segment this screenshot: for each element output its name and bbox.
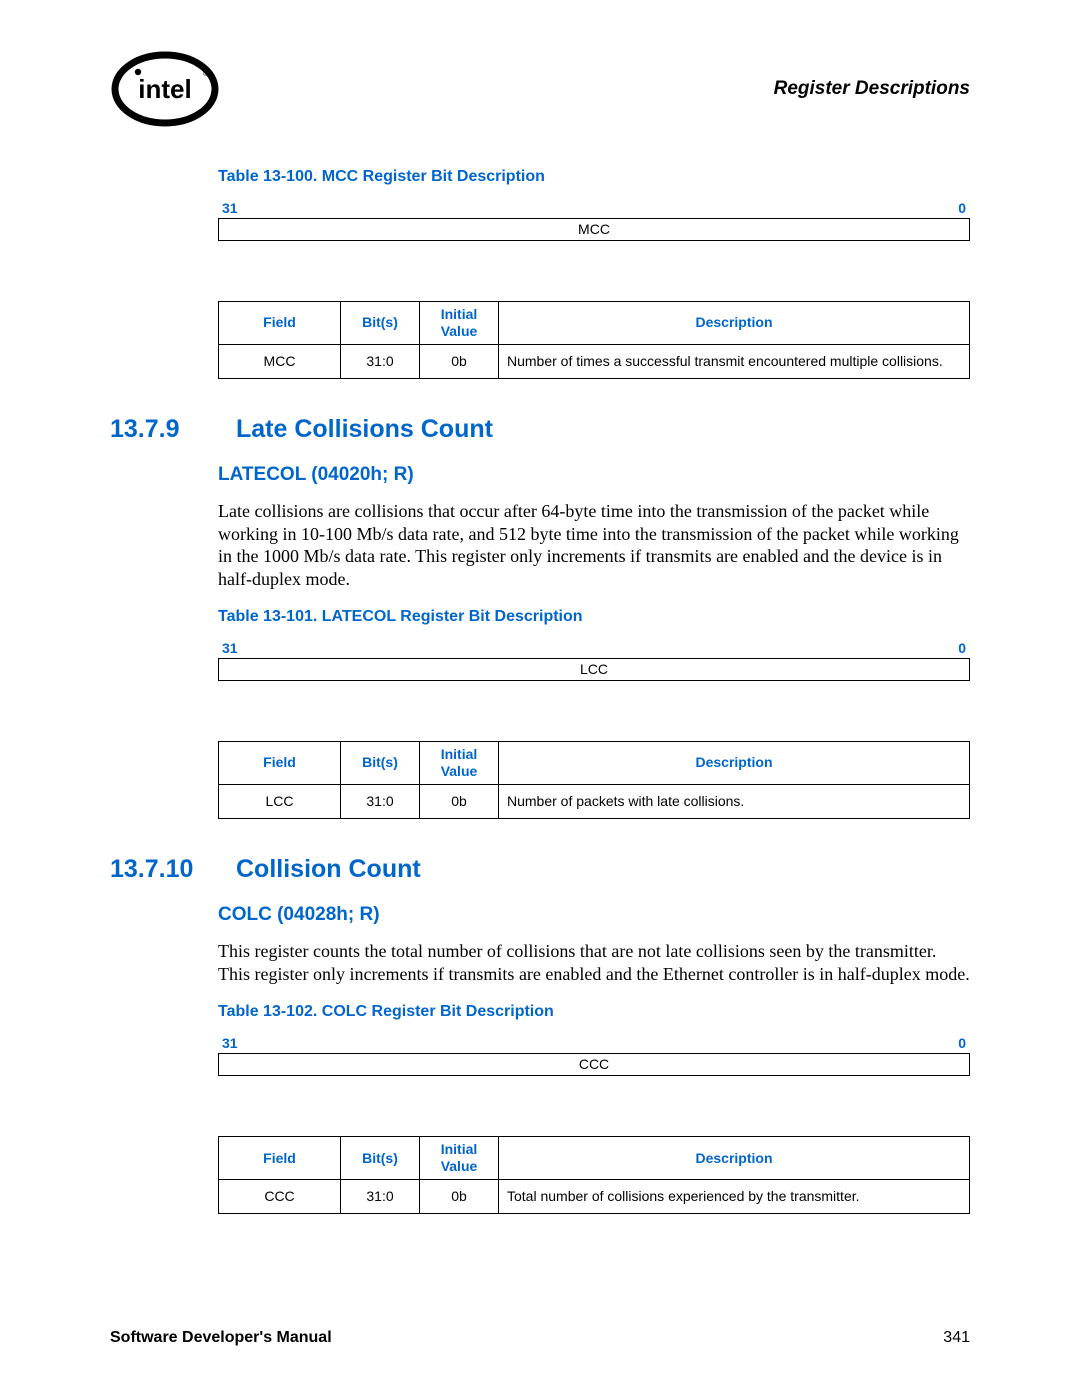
section-heading: 13.7.9 Late Collisions Count — [110, 415, 970, 444]
table-row: CCC 31:0 0b Total number of collisions e… — [219, 1179, 970, 1214]
body-paragraph: This register counts the total number of… — [218, 940, 970, 985]
td-description: Number of times a successful transmit en… — [499, 344, 970, 379]
th-field: Field — [219, 302, 341, 345]
table-header-row: Field Bit(s) Initial Value Description — [219, 1137, 970, 1180]
td-field: LCC — [219, 784, 341, 819]
td-bits: 31:0 — [341, 1179, 420, 1214]
table-header-row: Field Bit(s) Initial Value Description — [219, 742, 970, 785]
section-number: 13.7.9 — [110, 415, 206, 444]
page-footer: Software Developer's Manual 341 — [110, 1329, 970, 1347]
body-paragraph: Late collisions are collisions that occu… — [218, 500, 970, 590]
th-description: Description — [499, 302, 970, 345]
svg-text:intel: intel — [138, 74, 191, 104]
svg-text:®: ® — [203, 69, 209, 78]
td-field: CCC — [219, 1179, 341, 1214]
section-title: Collision Count — [236, 855, 421, 884]
bit-low: 0 — [958, 1035, 966, 1051]
register-name-heading: COLC (04028h; R) — [218, 904, 970, 926]
td-description: Number of packets with late collisions. — [499, 784, 970, 819]
register-bit-field: CCC — [218, 1053, 970, 1076]
table-header-row: Field Bit(s) Initial Value Description — [219, 302, 970, 345]
bit-range-row: 31 0 — [218, 200, 970, 218]
bit-range-row: 31 0 — [218, 640, 970, 658]
bit-low: 0 — [958, 200, 966, 216]
th-field: Field — [219, 1137, 341, 1180]
td-field: MCC — [219, 344, 341, 379]
th-initial-value: Initial Value — [420, 1137, 499, 1180]
table-caption: Table 13-100. MCC Register Bit Descripti… — [218, 168, 970, 186]
section-title: Late Collisions Count — [236, 415, 493, 444]
td-initial-value: 0b — [420, 344, 499, 379]
table-row: LCC 31:0 0b Number of packets with late … — [219, 784, 970, 819]
register-description-table: Field Bit(s) Initial Value Description M… — [218, 301, 970, 379]
table-caption: Table 13-101. LATECOL Register Bit Descr… — [218, 608, 970, 626]
th-description: Description — [499, 1137, 970, 1180]
register-bit-field: LCC — [218, 658, 970, 681]
header-section-title: Register Descriptions — [774, 78, 970, 100]
th-initial-value: Initial Value — [420, 302, 499, 345]
footer-document-title: Software Developer's Manual — [110, 1329, 332, 1347]
th-bits: Bit(s) — [341, 742, 420, 785]
register-bit-field: MCC — [218, 218, 970, 241]
bit-high: 31 — [222, 200, 238, 216]
bit-range-row: 31 0 — [218, 1035, 970, 1053]
section-heading: 13.7.10 Collision Count — [110, 855, 970, 884]
page: intel ® Register Descriptions Table 13-1… — [0, 0, 1080, 1397]
register-description-table: Field Bit(s) Initial Value Description C… — [218, 1136, 970, 1214]
td-initial-value: 0b — [420, 784, 499, 819]
bit-low: 0 — [958, 640, 966, 656]
th-bits: Bit(s) — [341, 302, 420, 345]
section-number: 13.7.10 — [110, 855, 206, 884]
td-initial-value: 0b — [420, 1179, 499, 1214]
register-description-table: Field Bit(s) Initial Value Description L… — [218, 741, 970, 819]
table-caption: Table 13-102. COLC Register Bit Descript… — [218, 1003, 970, 1021]
register-name-heading: LATECOL (04020h; R) — [218, 464, 970, 486]
th-field: Field — [219, 742, 341, 785]
td-description: Total number of collisions experienced b… — [499, 1179, 970, 1214]
bit-high: 31 — [222, 1035, 238, 1051]
td-bits: 31:0 — [341, 344, 420, 379]
content-area: Table 13-100. MCC Register Bit Descripti… — [218, 168, 970, 1214]
page-number: 341 — [943, 1329, 970, 1347]
th-initial-value: Initial Value — [420, 742, 499, 785]
th-bits: Bit(s) — [341, 1137, 420, 1180]
intel-logo-icon: intel ® — [110, 50, 220, 128]
td-bits: 31:0 — [341, 784, 420, 819]
th-description: Description — [499, 742, 970, 785]
bit-high: 31 — [222, 640, 238, 656]
table-row: MCC 31:0 0b Number of times a successful… — [219, 344, 970, 379]
page-header: intel ® Register Descriptions — [110, 50, 970, 128]
